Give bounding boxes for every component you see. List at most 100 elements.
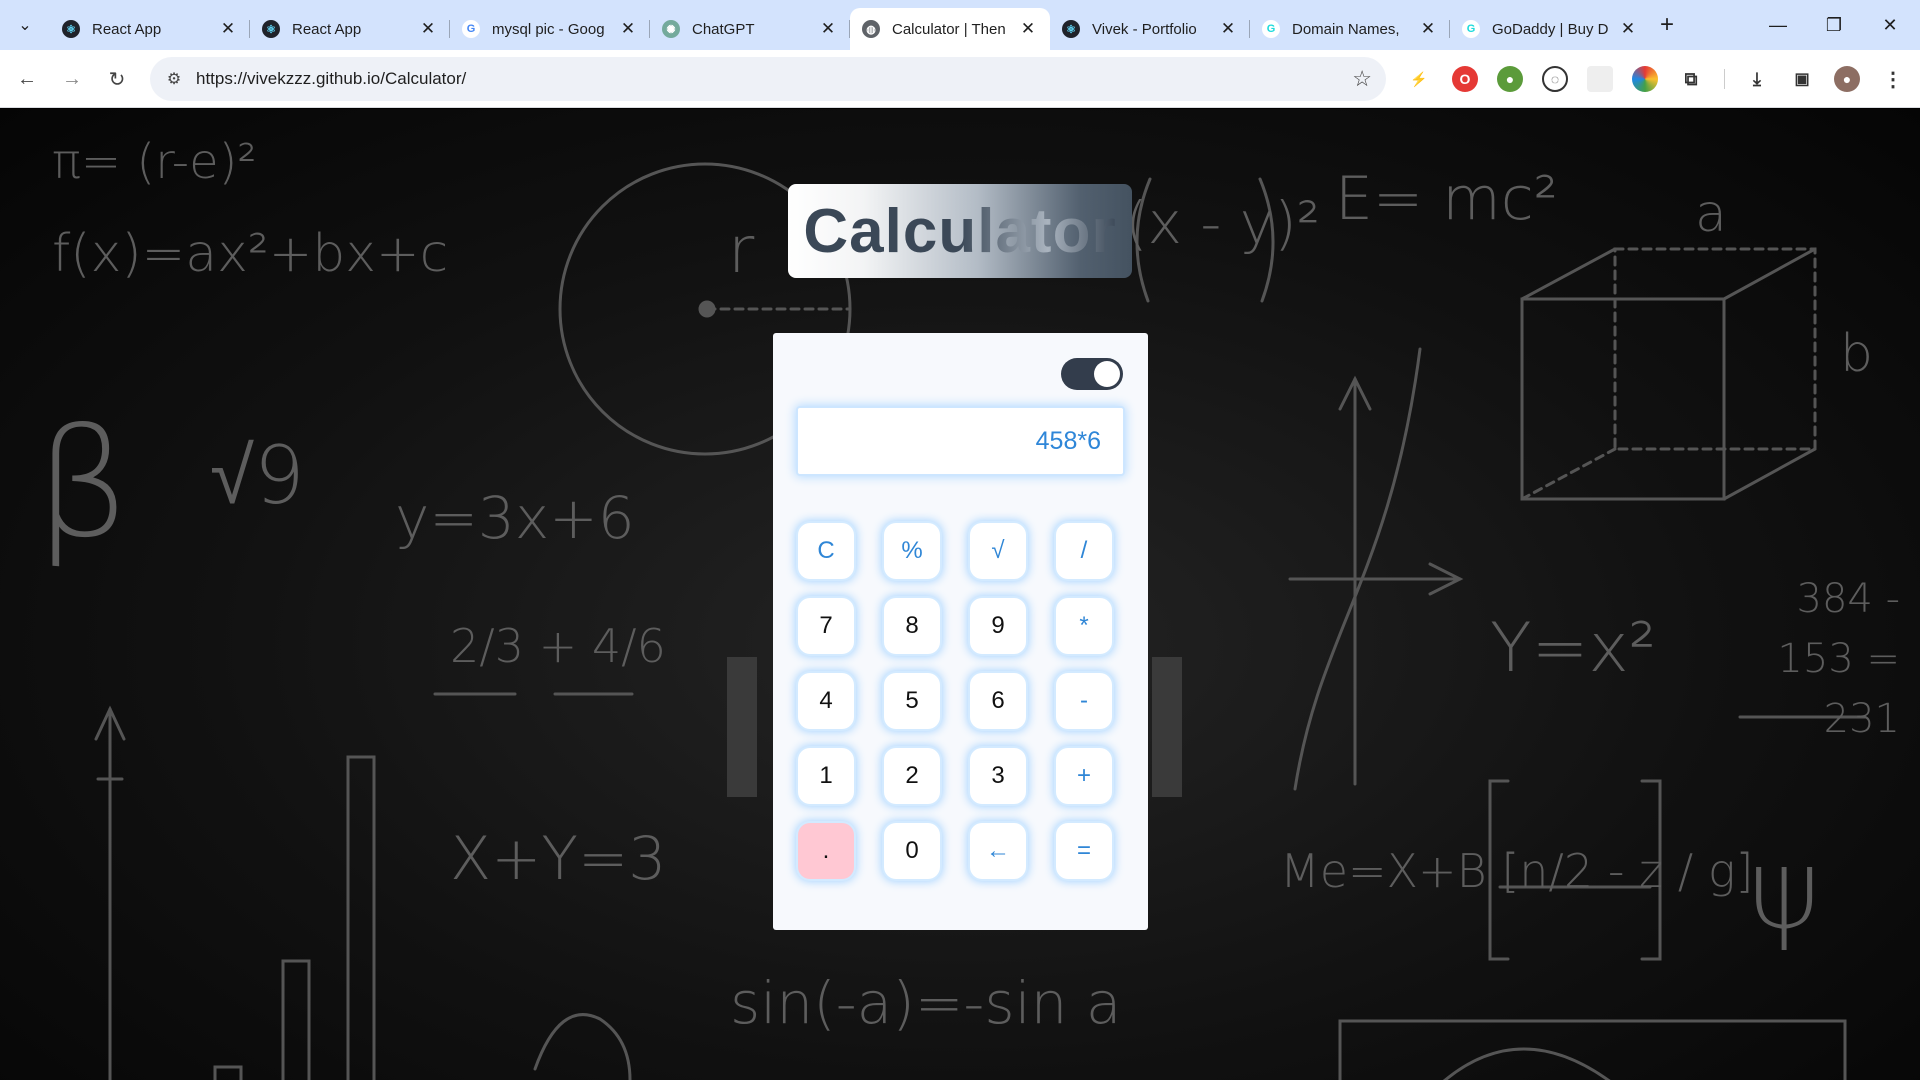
tab-search-button[interactable]: ⌄ <box>8 8 42 42</box>
globe-extension-icon[interactable]: ● <box>1497 66 1523 92</box>
key-percent-button[interactable]: % <box>884 523 940 579</box>
tab-strip: ⌄ ⚛ React App ✕ ⚛ React App ✕ Gmysql pic - Goo… <box>0 0 1920 50</box>
key-9-button[interactable]: 9 <box>970 598 1026 654</box>
color-picker-extension-icon[interactable] <box>1632 66 1658 92</box>
browser-tab[interactable]: G Domain Names, ✕ <box>1250 8 1450 50</box>
cube-label-a: a <box>1695 184 1727 244</box>
formula-pi: π= (r-e)² <box>52 134 257 190</box>
close-window-button[interactable]: ✕ <box>1862 0 1918 50</box>
formula-xy: X+Y=3 <box>450 824 667 894</box>
key-2-button[interactable]: 2 <box>884 748 940 804</box>
arc-drawing <box>1443 1047 1611 1080</box>
browser-tab[interactable]: G GoDaddy | Buy D ✕ <box>1450 8 1650 50</box>
page-content: π= (r-e)² f(x)=ax²+bx+c β √ 9 y=3x+6 2/3 … <box>0 109 1920 1080</box>
toggle-knob <box>1094 361 1120 387</box>
cube-front <box>1520 297 1726 501</box>
cube-back <box>1613 247 1817 451</box>
browser-tab[interactable]: ✺ ChatGPT ✕ <box>650 8 850 50</box>
tab-close-icon[interactable]: ✕ <box>218 19 238 39</box>
formula-x-minus-y: (x - y)² <box>1125 189 1320 257</box>
formula-beta: β <box>35 397 131 571</box>
key-5-button[interactable]: 5 <box>884 673 940 729</box>
formula-quadratic: f(x)=ax²+bx+c <box>52 224 449 284</box>
key-3-button[interactable]: 3 <box>970 748 1026 804</box>
formula-emc2: E= mc² <box>1335 164 1558 234</box>
menu-kebab-icon[interactable]: ⋮ <box>1880 66 1906 92</box>
minimize-button[interactable]: — <box>1750 0 1806 50</box>
side-panel-icon[interactable]: ▣ <box>1789 66 1815 92</box>
key-4-button[interactable]: 4 <box>798 673 854 729</box>
browser-tab[interactable]: ◍ Calculator | Then ✕ <box>850 8 1050 50</box>
key-6-button[interactable]: 6 <box>970 673 1026 729</box>
cube-label-b: b <box>1840 324 1874 384</box>
circle-center-dot <box>698 300 716 318</box>
extensions-puzzle-icon[interactable]: ⧉ <box>1678 66 1704 92</box>
key-8-button[interactable]: 8 <box>884 598 940 654</box>
cube-edge <box>1520 447 1617 501</box>
key-sqrt-button[interactable]: √ <box>970 523 1026 579</box>
reload-button[interactable]: ↻ <box>100 62 134 96</box>
calculator-display[interactable]: 458*6 <box>798 408 1123 474</box>
formula-y-x2: Y=x² <box>1490 609 1657 688</box>
theme-toggle[interactable] <box>1061 358 1123 390</box>
key-7-button[interactable]: 7 <box>798 598 854 654</box>
toolbar-divider <box>1724 69 1725 89</box>
download-icon[interactable]: ⤓ <box>1744 66 1770 92</box>
key-backspace-button[interactable]: ← <box>970 823 1026 879</box>
restore-button[interactable]: ❐ <box>1806 0 1862 50</box>
tab-close-icon[interactable]: ✕ <box>418 19 438 39</box>
site-info-icon[interactable]: ⚙ <box>162 67 186 91</box>
bar-drawing <box>281 959 311 1080</box>
address-bar[interactable]: ⚙ https://vivekzzz.github.io/Calculator/… <box>150 57 1386 101</box>
blank-extension-icon[interactable] <box>1587 66 1613 92</box>
tab-title: mysql pic - Goog <box>492 20 605 38</box>
formula-me: Me=X+B [n/2 - z / g] <box>1280 844 1754 898</box>
key-0-button[interactable]: 0 <box>884 823 940 879</box>
formula-subtraction: 384 - 153 = 231 <box>1777 576 1900 742</box>
new-tab-button[interactable]: + <box>1650 8 1684 42</box>
adblock-extension-icon[interactable]: O <box>1452 66 1478 92</box>
back-button[interactable]: ← <box>10 62 44 96</box>
cube-edge <box>1722 447 1817 501</box>
arc-drawing <box>533 1013 632 1080</box>
profile-avatar[interactable]: ● <box>1834 66 1860 92</box>
lightning-extension-icon[interactable]: ⚡ <box>1406 66 1432 92</box>
key-divide-button[interactable]: / <box>1056 523 1112 579</box>
tab-close-icon[interactable]: ✕ <box>1618 19 1638 39</box>
key-plus-button[interactable]: + <box>1056 748 1112 804</box>
key-1-button[interactable]: 1 <box>798 748 854 804</box>
circle-extension-icon[interactable]: ◌ <box>1542 66 1568 92</box>
key-decimal-button[interactable]: . <box>798 823 854 879</box>
tab-close-icon[interactable]: ✕ <box>1218 19 1238 39</box>
bar-drawing <box>213 1065 243 1080</box>
browser-tab[interactable]: ⚛ React App ✕ <box>50 8 250 50</box>
tab-close-icon[interactable]: ✕ <box>1018 19 1038 39</box>
tab-close-icon[interactable]: ✕ <box>618 19 638 39</box>
react-icon: ⚛ <box>262 20 280 38</box>
key-minus-button[interactable]: - <box>1056 673 1112 729</box>
browser-tab[interactable]: Gmysql pic - Goog ✕ <box>450 8 650 50</box>
browser-tab[interactable]: ⚛ React App ✕ <box>250 8 450 50</box>
tab-close-icon[interactable]: ✕ <box>818 19 838 39</box>
curve-drawing <box>1293 347 1422 791</box>
tab-title: Vivek - Portfolio <box>1092 20 1197 38</box>
bar-drawing <box>346 755 376 1080</box>
formula-fractions: 2/3 + 4/6 <box>450 619 666 673</box>
formula-sin: sin(-a)=-sin a <box>730 969 1122 1037</box>
bookmark-star-icon[interactable]: ☆ <box>1352 66 1372 92</box>
key-equals-button[interactable]: = <box>1056 823 1112 879</box>
chatgpt-icon: ✺ <box>662 20 680 38</box>
circle-radius-label: r <box>728 214 755 288</box>
godaddy-icon: G <box>1462 20 1480 38</box>
tab-close-icon[interactable]: ✕ <box>1418 19 1438 39</box>
tab-title: GoDaddy | Buy D <box>1492 20 1609 38</box>
browser-tab[interactable]: ⚛ Vivek - Portfolio ✕ <box>1050 8 1250 50</box>
key-multiply-button[interactable]: * <box>1056 598 1112 654</box>
tab-title: ChatGPT <box>692 20 755 38</box>
key-clear-button[interactable]: C <box>798 523 854 579</box>
tab-title: Domain Names, <box>1292 20 1400 38</box>
url-text[interactable]: https://vivekzzz.github.io/Calculator/ <box>196 69 466 89</box>
calculator-card: 458*6 C% √ / 7 8 9 * 4 5 6- 1 2 3 +. 0 ← = <box>773 333 1148 930</box>
formula-linear: y=3x+6 <box>395 484 635 552</box>
forward-button[interactable]: → <box>55 62 89 96</box>
